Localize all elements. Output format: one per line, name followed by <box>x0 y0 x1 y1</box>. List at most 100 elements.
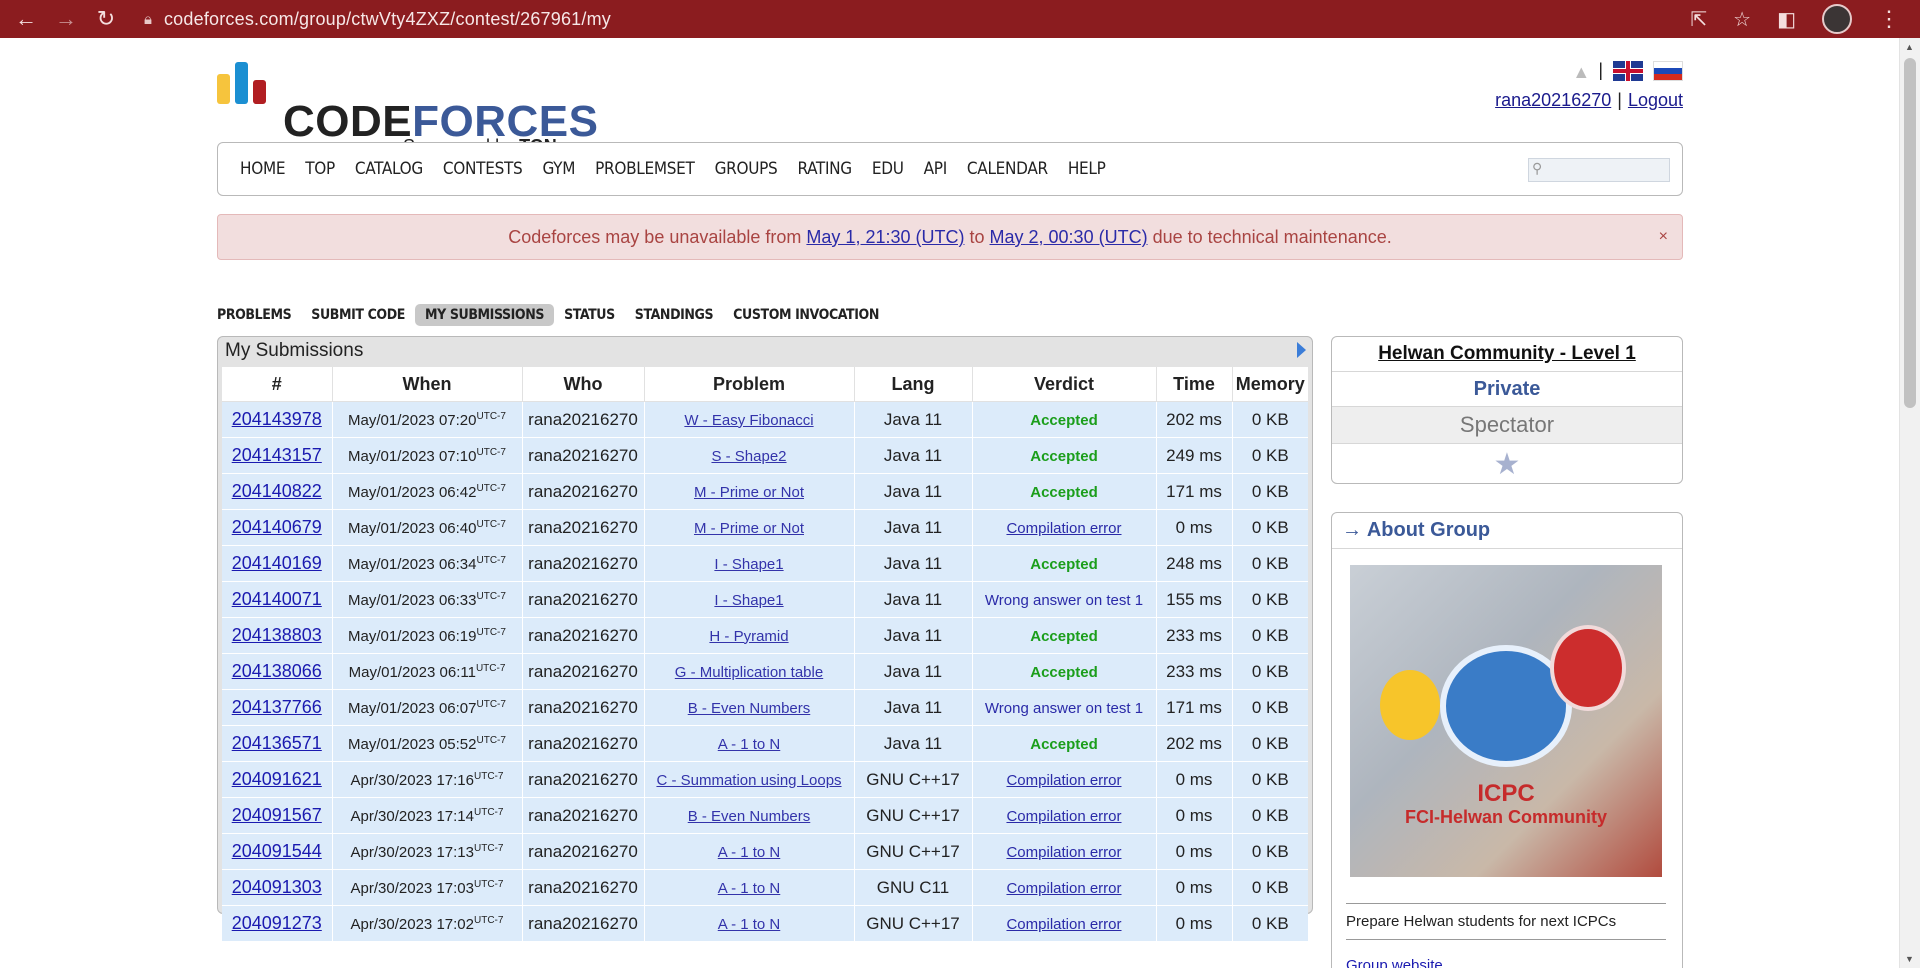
subnav-my-submissions[interactable]: MY SUBMISSIONS <box>414 304 555 326</box>
close-icon[interactable]: × <box>1659 215 1668 259</box>
scroll-up-icon[interactable]: ▲ <box>1905 42 1914 52</box>
group-name-link[interactable]: Helwan Community - Level 1 <box>1332 337 1682 372</box>
group-description: Prepare Helwan students for next ICPCs <box>1346 913 1617 930</box>
problem-link[interactable]: M - Prime or Not <box>694 484 804 501</box>
verdict-text[interactable]: Compilation error <box>1006 916 1121 933</box>
group-website-link[interactable]: Group website <box>1346 957 1443 968</box>
subnav-standings[interactable]: STANDINGS <box>625 304 723 326</box>
verdict-text[interactable]: Compilation error <box>1006 772 1121 789</box>
verdict-text[interactable]: Wrong answer on test 1 <box>985 592 1143 609</box>
reload-icon[interactable]: ↻ <box>92 5 120 33</box>
collapse-arrow-icon[interactable] <box>1297 342 1306 358</box>
problem-link[interactable]: H - Pyramid <box>709 628 788 645</box>
subnav-problems[interactable]: PROBLEMS <box>217 304 301 326</box>
submission-id-link[interactable]: 204091621 <box>232 769 322 789</box>
verdict-text[interactable]: Compilation error <box>1006 808 1121 825</box>
submission-id-link[interactable]: 204140169 <box>232 553 322 573</box>
subnav-status[interactable]: STATUS <box>554 304 625 326</box>
memory-cell: 0 KB <box>1232 401 1308 438</box>
language-cell: GNU C++17 <box>854 833 973 870</box>
username-link[interactable]: rana20216270 <box>1495 90 1611 110</box>
about-group-title[interactable]: → About Group <box>1342 519 1490 542</box>
menu-item-calendar[interactable]: CALENDAR <box>967 159 1048 179</box>
alert-link-start[interactable]: May 1, 21:30 (UTC) <box>806 227 964 247</box>
problem-link[interactable]: B - Even Numbers <box>688 808 811 825</box>
menu-item-api[interactable]: API <box>924 159 948 179</box>
menu-item-contests[interactable]: CONTESTS <box>443 159 523 179</box>
problem-link[interactable]: A - 1 to N <box>718 844 781 861</box>
lock-icon[interactable]: 🔒︎ <box>144 11 152 28</box>
verdict-text[interactable]: Compilation error <box>1006 844 1121 861</box>
search-input[interactable]: ⚲ <box>1528 158 1670 182</box>
memory-cell: 0 KB <box>1232 869 1308 906</box>
alert-text: due to technical maintenance. <box>1152 227 1392 247</box>
profile-avatar[interactable] <box>1822 4 1852 34</box>
menu-item-rating[interactable]: RATING <box>797 159 852 179</box>
favorite-star-icon[interactable]: ★ <box>1332 444 1682 483</box>
submission-id-link[interactable]: 204138803 <box>232 625 322 645</box>
language-cell: Java 11 <box>854 401 973 438</box>
problem-link[interactable]: A - 1 to N <box>718 880 781 897</box>
menu-item-problemset[interactable]: PROBLEMSET <box>595 159 695 179</box>
subnav-submit-code[interactable]: SUBMIT CODE <box>301 304 415 326</box>
sidepanel-icon[interactable]: ◧ <box>1777 7 1796 32</box>
forward-arrow-icon[interactable]: → <box>52 5 80 33</box>
codeforces-logo[interactable]: CODEFORCES Sponsored by TON <box>217 62 598 156</box>
submission-id-link[interactable]: 204140822 <box>232 481 322 501</box>
submission-id-link[interactable]: 204091567 <box>232 805 322 825</box>
submission-id-link[interactable]: 204143157 <box>232 445 322 465</box>
problem-link[interactable]: I - Shape1 <box>714 592 783 609</box>
menu-item-help[interactable]: HELP <box>1068 159 1106 179</box>
problem-link[interactable]: M - Prime or Not <box>694 520 804 537</box>
submission-time-cell: May/01/2023 05:52UTC-7 <box>332 725 523 762</box>
submission-id-link[interactable]: 204140679 <box>232 517 322 537</box>
menu-item-catalog[interactable]: CATALOG <box>355 159 423 179</box>
problem-link[interactable]: A - 1 to N <box>718 916 781 933</box>
scroll-thumb[interactable] <box>1904 58 1916 408</box>
verdict-text[interactable]: Compilation error <box>1006 520 1121 537</box>
menu-item-gym[interactable]: GYM <box>542 159 575 179</box>
page-scrollbar[interactable]: ▲ ▼ <box>1899 38 1920 968</box>
verdict-text[interactable]: Compilation error <box>1006 880 1121 897</box>
submission-id-link[interactable]: 204138066 <box>232 661 322 681</box>
submission-id-link[interactable]: 204143978 <box>232 409 322 429</box>
submission-id-link[interactable]: 204140071 <box>232 589 322 609</box>
menu-item-edu[interactable]: EDU <box>872 159 904 179</box>
menu-item-groups[interactable]: GROUPS <box>715 159 778 179</box>
english-flag-icon[interactable] <box>1613 60 1643 81</box>
menu-item-top[interactable]: TOP <box>305 159 335 179</box>
bell-icon[interactable]: ▲ <box>1572 62 1590 82</box>
table-row: 204091273 Apr/30/2023 17:02UTC-7 rana20216… <box>222 905 1308 942</box>
verdict-text[interactable]: Wrong answer on test 1 <box>985 700 1143 717</box>
submission-id-link[interactable]: 204091544 <box>232 841 322 861</box>
subnav-custom-invocation[interactable]: CUSTOM INVOCATION <box>723 304 889 326</box>
scroll-down-icon[interactable]: ▼ <box>1905 954 1914 964</box>
problem-cell: W - Easy Fibonacci <box>644 401 855 438</box>
alert-link-end[interactable]: May 2, 00:30 (UTC) <box>990 227 1148 247</box>
submission-id-link[interactable]: 204137766 <box>232 697 322 717</box>
submission-id-link[interactable]: 204091303 <box>232 877 322 897</box>
problem-link[interactable]: W - Easy Fibonacci <box>684 412 813 429</box>
share-icon[interactable]: ⇱ <box>1690 7 1707 32</box>
submission-id-cell: 204143157 <box>222 437 333 474</box>
problem-link[interactable]: S - Shape2 <box>711 448 786 465</box>
address-bar[interactable]: codeforces.com/group/ctwVty4ZXZ/contest/… <box>164 9 611 30</box>
bookmark-star-icon[interactable]: ☆ <box>1733 7 1751 32</box>
browser-menu-icon[interactable]: ⋮ <box>1878 6 1900 32</box>
memory-cell: 0 KB <box>1232 617 1308 654</box>
problem-link[interactable]: G - Multiplication table <box>675 664 823 681</box>
back-arrow-icon[interactable]: ← <box>12 5 40 33</box>
logout-link[interactable]: Logout <box>1628 90 1683 110</box>
problem-link[interactable]: B - Even Numbers <box>688 700 811 717</box>
problem-link[interactable]: A - 1 to N <box>718 736 781 753</box>
submission-id-link[interactable]: 204091273 <box>232 913 322 933</box>
menu-item-home[interactable]: HOME <box>240 159 286 179</box>
submission-id-link[interactable]: 204136571 <box>232 733 322 753</box>
problem-link[interactable]: I - Shape1 <box>714 556 783 573</box>
maintenance-alert: Codeforces may be unavailable from May 1… <box>217 214 1683 260</box>
separator: | <box>1617 90 1622 110</box>
russian-flag-icon[interactable] <box>1653 60 1683 81</box>
table-row: 204140679 May/01/2023 06:40UTC-7 rana20216… <box>222 509 1308 546</box>
problem-link[interactable]: C - Summation using Loops <box>656 772 841 789</box>
time-cell: 0 ms <box>1156 797 1233 834</box>
